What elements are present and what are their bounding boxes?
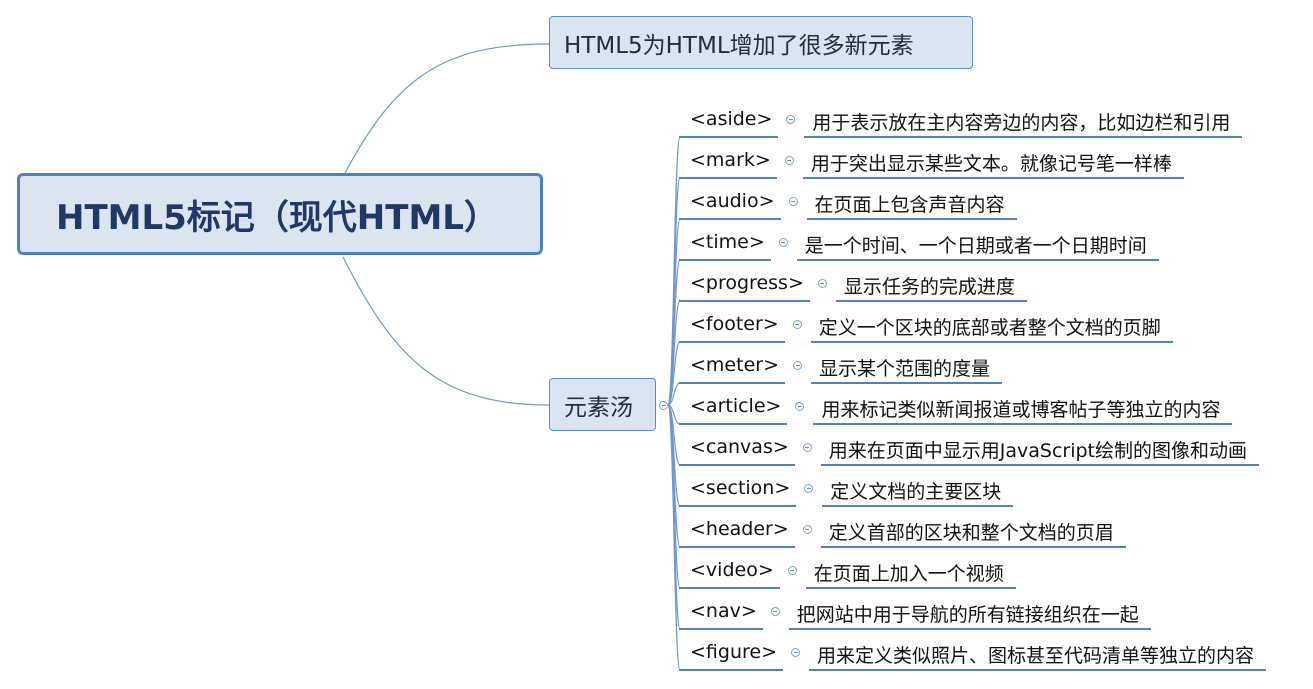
description-underline (802, 177, 1184, 179)
tag-underline (679, 341, 785, 343)
element-description: 用来定义类似照片、图标甚至代码清单等独立的内容 (817, 645, 1255, 667)
element-row[interactable]: <section> 定义文档的主要区块 (0, 470, 1313, 511)
element-row[interactable]: <video> 在页面上加入一个视频 (0, 552, 1313, 593)
element-description: 用于突出显示某些文本。就像记号笔一样棒 (810, 153, 1172, 175)
element-row[interactable]: <meter> 显示某个范围的度量 (0, 347, 1313, 388)
element-tag: <meter> (690, 354, 779, 376)
element-tag: <nav> (690, 600, 757, 622)
element-description: 显示某个范围的度量 (819, 358, 991, 380)
tag-underline (679, 464, 795, 466)
element-tag: <video> (690, 559, 774, 581)
description-underline (806, 218, 1017, 220)
tag-underline (679, 423, 788, 425)
collapse-icon[interactable] (787, 566, 797, 575)
tag-underline (679, 628, 763, 630)
element-description: 显示任务的完成进度 (843, 276, 1015, 298)
element-description: 用来在页面中显示用JavaScript绘制的图像和动画 (828, 440, 1248, 462)
description-underline (811, 382, 1003, 384)
collapse-icon[interactable] (791, 648, 800, 657)
element-tag: <figure> (690, 641, 777, 663)
element-description: 定义一个区块的底部或者整个文档的页脚 (818, 317, 1161, 339)
element-row[interactable]: <header> 定义首部的区块和整个文档的页眉 (0, 511, 1313, 552)
description-underline (796, 259, 1159, 261)
description-underline (810, 341, 1173, 343)
tag-underline (679, 669, 783, 671)
description-underline (820, 464, 1260, 466)
topic-new-elements[interactable]: HTML5为HTML增加了很多新元素 (549, 16, 973, 69)
tag-underline (679, 546, 795, 548)
element-row[interactable]: <article> 用来标记类似新闻报道或博客帖子等独立的内容 (0, 388, 1313, 429)
collapse-icon[interactable] (793, 361, 802, 370)
element-tag: <section> (690, 477, 791, 499)
collapse-icon[interactable] (795, 402, 805, 411)
tag-underline (679, 136, 779, 138)
element-row[interactable]: <mark> 用于突出显示某些文本。就像记号笔一样棒 (0, 142, 1313, 183)
element-row[interactable]: <figure> 用来定义类似照片、图标甚至代码清单等独立的内容 (0, 634, 1313, 675)
description-underline (804, 136, 1243, 138)
element-tag: <audio> (690, 190, 775, 212)
tag-underline (679, 505, 797, 507)
collapse-icon[interactable] (786, 115, 796, 124)
description-underline (788, 628, 1151, 630)
collapse-icon[interactable] (802, 443, 812, 452)
element-description: 定义文档的主要区块 (830, 481, 1002, 503)
tag-underline (679, 259, 771, 261)
element-row[interactable]: <progress> 显示任务的完成进度 (0, 265, 1313, 306)
collapse-icon[interactable] (804, 484, 814, 493)
element-description: 在页面上加入一个视频 (813, 563, 1004, 585)
element-row[interactable]: <audio> 在页面上包含声音内容 (0, 183, 1313, 224)
description-underline (813, 423, 1233, 425)
element-tag: <time> (690, 231, 765, 253)
element-tag: <mark> (690, 149, 771, 171)
element-tag: <header> (690, 518, 789, 540)
element-row[interactable]: <canvas> 用来在页面中显示用JavaScript绘制的图像和动画 (0, 429, 1313, 470)
element-row[interactable]: <time> 是一个时间、一个日期或者一个日期时间 (0, 224, 1313, 265)
element-description: 在页面上包含声音内容 (814, 194, 1005, 216)
description-underline (822, 505, 1014, 507)
tag-underline (679, 587, 780, 589)
element-description: 是一个时间、一个日期或者一个日期时间 (804, 235, 1147, 257)
topic-new-elements-label: HTML5为HTML增加了很多新元素 (564, 32, 914, 59)
element-row[interactable]: <footer> 定义一个区块的底部或者整个文档的页脚 (0, 306, 1313, 347)
collapse-icon[interactable] (792, 320, 802, 329)
collapse-icon[interactable] (802, 525, 812, 534)
element-description: 把网站中用于导航的所有链接组织在一起 (796, 604, 1139, 626)
element-tag: <article> (690, 395, 782, 417)
element-description: 定义首部的区块和整个文档的页眉 (828, 522, 1114, 544)
element-description: 用于表示放在主内容旁边的内容，比如边栏和引用 (812, 112, 1231, 134)
element-description: 用来标记类似新闻报道或博客帖子等独立的内容 (821, 399, 1221, 421)
description-underline (805, 587, 1016, 589)
element-row[interactable]: <nav> 把网站中用于导航的所有链接组织在一起 (0, 593, 1313, 634)
description-underline (809, 669, 1267, 671)
element-row[interactable]: <aside> 用于表示放在主内容旁边的内容，比如边栏和引用 (0, 101, 1313, 142)
collapse-icon[interactable] (770, 607, 780, 616)
element-tag: <aside> (690, 108, 773, 130)
tag-underline (679, 177, 777, 179)
description-underline (820, 546, 1126, 548)
collapse-icon[interactable] (778, 238, 788, 247)
tag-underline (679, 218, 781, 220)
collapse-icon[interactable] (788, 197, 798, 206)
element-tag: <canvas> (690, 436, 789, 458)
collapse-icon[interactable] (784, 156, 794, 165)
tag-underline (679, 382, 785, 384)
tag-underline (679, 300, 810, 302)
description-underline (835, 300, 1027, 302)
collapse-icon[interactable] (817, 279, 827, 288)
element-tag: <footer> (690, 313, 779, 335)
element-tag: <progress> (690, 272, 804, 294)
